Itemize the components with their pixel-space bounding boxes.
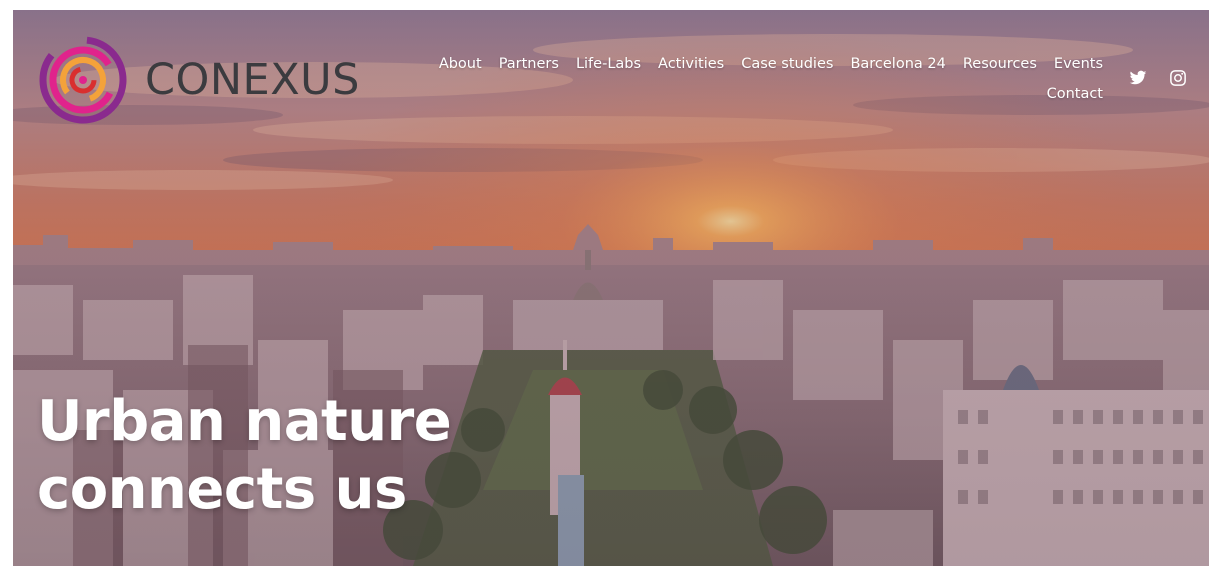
nav-item-barcelona-24[interactable]: Barcelona 24: [850, 54, 945, 74]
social-links: [1129, 69, 1187, 87]
nav-item-activities[interactable]: Activities: [658, 54, 724, 74]
hero-headline-line-1: Urban nature: [37, 389, 452, 454]
nav-item-resources[interactable]: Resources: [963, 54, 1037, 74]
nav-item-about[interactable]: About: [439, 54, 482, 74]
instagram-icon[interactable]: [1169, 69, 1187, 87]
hero-headline-line-2: connects us: [37, 457, 407, 522]
conexus-logo-icon: [39, 36, 127, 124]
logo-wordmark: CONEXUS: [145, 55, 360, 105]
nav-item-events[interactable]: Events: [1054, 54, 1103, 74]
site-logo[interactable]: CONEXUS: [37, 36, 360, 124]
twitter-icon[interactable]: [1129, 69, 1147, 87]
nav-item-contact[interactable]: Contact: [1047, 84, 1103, 104]
hero-headline: Urban nature connects us: [37, 388, 452, 524]
nav-item-partners[interactable]: Partners: [499, 54, 559, 74]
site-header: CONEXUS About Partners Life-Labs Activit…: [13, 10, 1209, 130]
page-frame: CONEXUS About Partners Life-Labs Activit…: [13, 10, 1209, 566]
nav-item-case-studies[interactable]: Case studies: [741, 54, 833, 74]
main-navigation: About Partners Life-Labs Activities Case…: [413, 54, 1103, 104]
nav-item-life-labs[interactable]: Life-Labs: [576, 54, 641, 74]
